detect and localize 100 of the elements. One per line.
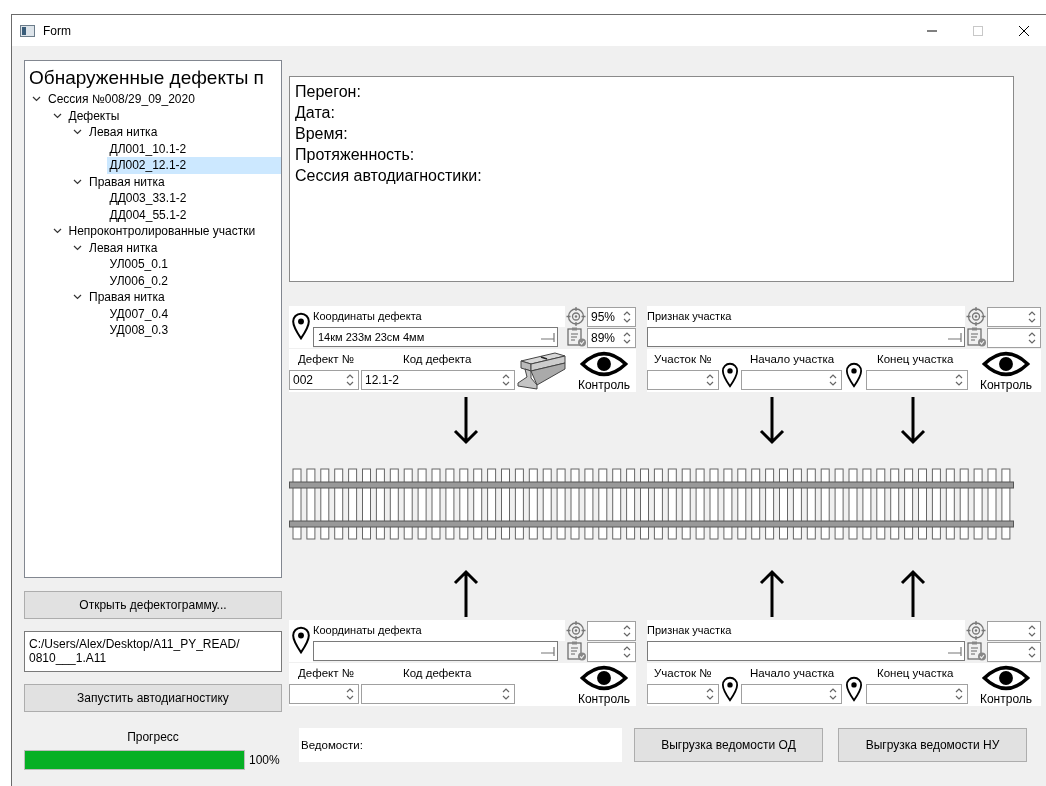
app-icon [20, 24, 35, 37]
spin-box[interactable] [289, 684, 359, 704]
target-icon[interactable] [966, 621, 986, 640]
tree-item[interactable]: Левая нитка [86, 124, 281, 141]
open-button[interactable]: Открыть дефектограмму... [24, 591, 282, 619]
tree-item[interactable]: УЛ005_0.1 [106, 256, 281, 273]
chevron-icon[interactable] [73, 243, 82, 252]
spin-box[interactable]: 002 [289, 370, 359, 390]
chevron-icon[interactable] [32, 95, 41, 104]
info-line: Время: [295, 124, 349, 144]
input-field[interactable] [647, 641, 965, 661]
clipboard-icon[interactable] [965, 640, 987, 661]
tree-item[interactable]: ДЛ002_12.1-2 [106, 157, 281, 174]
arrow-down-icon [759, 397, 785, 445]
tree-item[interactable]: Сессия №008/29_09_2020 [45, 91, 281, 108]
spin-box[interactable] [361, 684, 515, 704]
slider-mark-icon [947, 645, 963, 657]
spin-arrows-icon[interactable] [1027, 645, 1037, 659]
input-field[interactable] [313, 641, 558, 661]
spin-arrows-icon[interactable] [954, 687, 964, 701]
tree-header: Обнаруженные дефекты п [29, 66, 265, 90]
run-button[interactable]: Запустить автодиагностику [24, 684, 282, 712]
spin-box[interactable]: 95% [587, 307, 636, 327]
spin-box[interactable] [647, 370, 719, 390]
spin-arrows-icon[interactable] [828, 373, 838, 387]
arrow-up-icon [453, 568, 479, 618]
spin-arrows-icon[interactable] [622, 645, 632, 659]
chevron-icon[interactable] [52, 227, 62, 236]
tree-item[interactable]: Непроконтролированные участки [65, 223, 281, 240]
info-line: Перегон: [295, 82, 362, 102]
chevron-icon[interactable] [73, 177, 82, 186]
spin-arrows-icon[interactable] [705, 373, 715, 387]
target-icon[interactable] [566, 307, 586, 326]
slider-mark-icon [947, 331, 963, 343]
arrow-down-icon [900, 397, 926, 445]
spin-box[interactable] [741, 684, 842, 704]
tree-item[interactable]: УД008_0.3 [106, 322, 281, 339]
field-label: Признак участка [647, 306, 965, 327]
tree-item[interactable]: УД007_0.4 [106, 305, 281, 322]
spin-arrows-icon[interactable] [345, 687, 355, 701]
chevron-icon[interactable] [73, 128, 82, 137]
spin-box[interactable]: 12.1-2 [361, 370, 515, 390]
spin-box[interactable] [587, 621, 636, 641]
clipboard-icon[interactable] [965, 326, 987, 347]
eye-icon [979, 351, 1033, 377]
map-pin-icon [845, 674, 863, 704]
tree-item[interactable]: Левая нитка [86, 239, 281, 256]
window-title: Form [43, 23, 71, 38]
spin-box[interactable] [866, 370, 968, 390]
info-line: Сессия автодиагностики: [295, 166, 483, 186]
tree-item[interactable]: УЛ006_0.2 [106, 272, 281, 289]
clipboard-icon[interactable] [565, 640, 587, 661]
target-icon[interactable] [966, 307, 986, 326]
spin-arrows-icon[interactable] [1027, 331, 1037, 345]
field-label: Координаты дефекта [313, 620, 565, 641]
arrow-up-icon [759, 568, 785, 618]
slider-mark-icon [540, 331, 556, 343]
tree-item[interactable]: Правая нитка [86, 173, 281, 190]
file-path-field[interactable]: C:/Users/Alex/Desktop/A11_PY_READ/ 0810___1.A11 [24, 631, 282, 672]
spin-box[interactable] [987, 621, 1041, 641]
spin-box[interactable] [741, 370, 842, 390]
spin-box[interactable] [987, 328, 1041, 348]
spin-arrows-icon[interactable] [954, 373, 964, 387]
map-pin-icon [721, 674, 739, 704]
clipboard-icon[interactable] [565, 326, 587, 347]
tree-item[interactable]: ДД003_33.1-2 [106, 190, 281, 207]
spin-arrows-icon[interactable] [622, 624, 632, 638]
spin-arrows-icon[interactable] [501, 687, 511, 701]
chevron-icon[interactable] [52, 111, 62, 120]
eye-icon [577, 665, 631, 691]
tree-item[interactable]: ДД004_55.1-2 [106, 206, 281, 223]
export-button[interactable]: Выгрузка ведомости НУ [838, 728, 1027, 762]
input-field[interactable]: 14км 233м 23см 4мм [313, 327, 558, 347]
spin-arrows-icon[interactable] [1027, 310, 1037, 324]
tree-item[interactable]: Дефекты [65, 107, 281, 124]
chevron-icon[interactable] [73, 293, 82, 302]
close-icon [1019, 25, 1029, 36]
info-line: Дата: [295, 103, 336, 123]
target-icon[interactable] [566, 621, 586, 640]
info-line: Протяженность: [295, 145, 416, 165]
spin-arrows-icon[interactable] [705, 687, 715, 701]
spin-arrows-icon[interactable] [501, 373, 511, 387]
spin-box[interactable] [866, 684, 968, 704]
spin-arrows-icon[interactable] [828, 687, 838, 701]
spin-box[interactable]: 89% [587, 328, 636, 348]
map-pin-icon [291, 312, 311, 340]
export-button[interactable]: Выгрузка ведомости ОД [634, 728, 823, 762]
input-field[interactable] [647, 327, 965, 347]
spin-box[interactable] [647, 684, 719, 704]
tree-item[interactable]: ДЛ001_10.1-2 [106, 140, 281, 157]
arrow-up-icon [900, 568, 926, 618]
tree-item[interactable]: Правая нитка [86, 289, 281, 306]
map-pin-icon [845, 360, 863, 390]
spin-box[interactable] [987, 642, 1041, 662]
spin-box[interactable] [587, 642, 636, 662]
spin-arrows-icon[interactable] [622, 310, 632, 324]
spin-box[interactable] [987, 307, 1041, 327]
spin-arrows-icon[interactable] [622, 331, 632, 345]
spin-arrows-icon[interactable] [1027, 624, 1037, 638]
spin-arrows-icon[interactable] [345, 373, 355, 387]
